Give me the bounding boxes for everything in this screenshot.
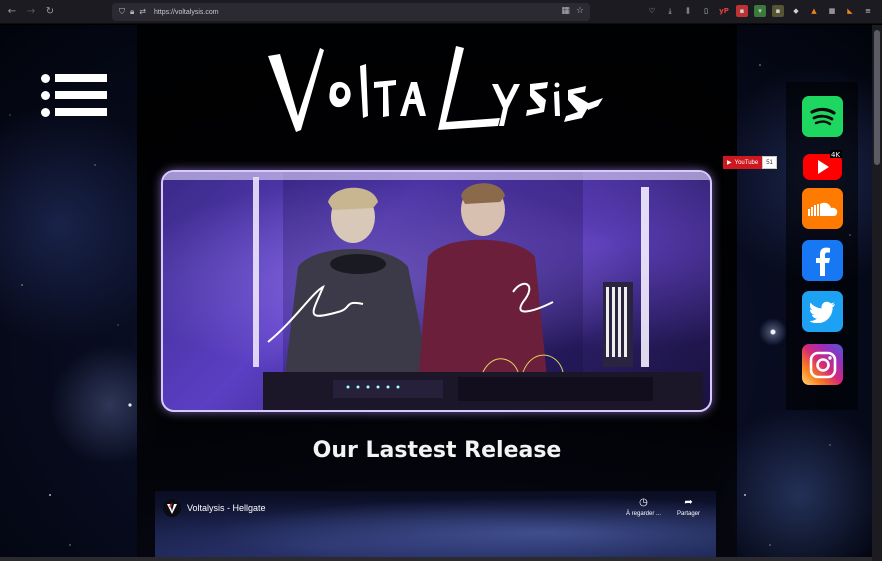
extension-mask-icon[interactable]: ◆ <box>790 5 802 17</box>
clock-icon: ◷ <box>639 497 648 508</box>
youtube-icon: 4K <box>803 149 842 180</box>
lock-icon[interactable]: 🔒︎ <box>130 7 134 17</box>
share-button[interactable]: ➦ Partager <box>677 497 700 517</box>
scrollbar-thumb[interactable] <box>874 30 880 165</box>
permissions-icon[interactable]: ⇄ <box>139 7 146 17</box>
soundcloud-icon <box>807 202 837 216</box>
spotify-icon <box>809 107 836 125</box>
bookmark-star-icon[interactable]: ☆ <box>576 6 584 16</box>
extension-badge-icon[interactable]: ▪ <box>772 5 784 17</box>
url-text: https://voltalysis.com <box>153 8 219 16</box>
share-label: Partager <box>677 511 701 517</box>
twitter-icon <box>809 301 835 323</box>
youtube-link[interactable]: 4K <box>802 144 843 185</box>
instagram-link[interactable] <box>802 344 843 385</box>
svg-text:4K: 4K <box>831 151 840 159</box>
youtube-badge-label: YouTube <box>734 159 759 166</box>
video-title[interactable]: Voltalysis - Hellgate <box>187 503 266 513</box>
website-page: ▶ YouTube 51 4K Our Lastest Release Volt… <box>0 25 872 561</box>
qr-code-icon[interactable]: ▦ <box>561 6 570 16</box>
browser-toolbar: ← → ↻ ⛉ 🔒︎ ⇄ https://voltalysis.com ▦ ☆ … <box>0 0 882 24</box>
sidebar-icon[interactable]: ▯ <box>700 5 712 17</box>
hamburger-menu-button[interactable] <box>41 74 107 118</box>
address-bar[interactable]: ⛉ 🔒︎ ⇄ https://voltalysis.com ▦ ☆ <box>112 3 590 21</box>
facebook-icon <box>815 247 830 276</box>
library-icon[interactable]: ⫼ <box>682 5 694 17</box>
shield-icon[interactable]: ⛉ <box>119 7 125 17</box>
instagram-icon <box>809 351 836 378</box>
spotify-link[interactable] <box>802 96 843 137</box>
youtube-video-embed[interactable]: Voltalysis - Hellgate ◷ À regarder ... ➦… <box>155 491 716 561</box>
facebook-link[interactable] <box>802 240 843 281</box>
extension-green-icon[interactable]: ▾ <box>754 5 766 17</box>
reload-icon[interactable]: ↻ <box>43 5 57 19</box>
back-icon[interactable]: ← <box>5 5 19 19</box>
youtube-small-icon: ▶ <box>727 160 732 166</box>
metamask-icon[interactable]: ◣ <box>844 5 856 17</box>
band-hero-image <box>161 170 712 412</box>
extension-red-icon[interactable]: ▪ <box>736 5 748 17</box>
latest-release-heading: Our Lastest Release <box>312 438 562 463</box>
twitter-link[interactable] <box>802 291 843 332</box>
youtube-subscribe-badge[interactable]: ▶ YouTube 51 <box>723 156 777 169</box>
subscriber-count: 51 <box>762 156 777 169</box>
extensions-grid-icon[interactable]: ▦ <box>826 5 838 17</box>
voltalysis-logo[interactable] <box>268 46 603 134</box>
download-icon[interactable]: ⤓ <box>664 5 676 17</box>
forward-icon[interactable]: → <box>24 5 38 19</box>
menu-icon[interactable]: ≡ <box>862 5 874 17</box>
toolbar-extensions: ♡ ⤓ ⫼ ▯ yP ▪ ▾ ▪ ◆ ▲ ▦ ◣ ≡ <box>646 5 874 17</box>
watch-later-label: À regarder ... <box>626 511 662 517</box>
yp-extension-icon[interactable]: yP <box>718 5 730 17</box>
pocket-icon[interactable]: ♡ <box>646 5 658 17</box>
share-arrow-icon: ➦ <box>684 497 693 508</box>
watch-later-button[interactable]: ◷ À regarder ... <box>626 497 661 517</box>
horizontal-scroll-strip <box>0 557 872 561</box>
page-scrollbar[interactable] <box>872 25 882 561</box>
soundcloud-link[interactable] <box>802 188 843 229</box>
channel-logo-icon[interactable] <box>163 499 181 517</box>
extension-fox-icon[interactable]: ▲ <box>808 5 820 17</box>
